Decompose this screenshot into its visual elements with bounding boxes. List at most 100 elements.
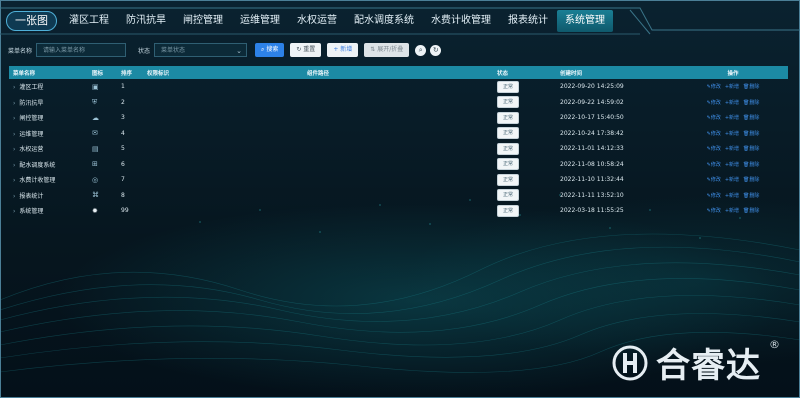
delete-link[interactable]: 🗑删除 — [743, 115, 759, 121]
filter-bar: 菜单名称 请输入菜单名称 状态 菜单状态 ⌄ ⌕ 搜索 ↻ 重置 + 新增 ⇅ … — [8, 42, 445, 58]
menu-table: 菜单名称 图标 排序 权限标识 组件路径 状态 创建时间 操作 › 灌区工程 ▣ … — [9, 66, 788, 219]
header-name: 菜单名称 — [13, 70, 36, 77]
header-order: 排序 — [121, 70, 133, 77]
table-row: › 防汛抗旱 ⛨ 2 正常 2022-09-22 14:59:02 ✎修改 +新增… — [9, 95, 788, 111]
add-link[interactable]: +新增 — [725, 208, 739, 214]
shield-icon: ⛨ — [92, 97, 98, 106]
edit-link[interactable]: ✎修改 — [707, 131, 721, 137]
table-row: › 闸控管理 ☁ 3 正常 2022-10-17 15:40:50 ✎修改 +新增… — [9, 110, 788, 126]
expand-collapse-button[interactable]: ⇅ 展开/折叠 — [364, 43, 410, 57]
add-link[interactable]: +新增 — [725, 162, 739, 168]
status-select[interactable]: 菜单状态 ⌄ — [154, 43, 248, 57]
status-badge: 正常 — [497, 173, 520, 186]
report-icon: ⌘ — [92, 191, 99, 200]
expand-row-icon[interactable]: › — [13, 115, 15, 122]
nav-item-irrigation[interactable]: 灌区工程 — [69, 10, 109, 32]
menu-name-input[interactable]: 请输入菜单名称 — [36, 43, 127, 57]
edit-link[interactable]: ✎修改 — [707, 208, 721, 214]
row-time: 2022-11-11 13:52:10 — [560, 191, 624, 199]
expand-row-icon[interactable]: › — [13, 131, 15, 138]
row-time: 2022-11-10 11:32:44 — [560, 176, 624, 184]
delete-link[interactable]: 🗑删除 — [743, 100, 759, 106]
row-order: 8 — [121, 191, 125, 199]
toggle-search-button[interactable]: ⌕ — [415, 44, 427, 56]
row-order: 1 — [121, 83, 125, 91]
header-component: 组件路径 — [307, 70, 330, 77]
row-time: 2022-10-24 17:38:42 — [560, 129, 624, 137]
edit-link[interactable]: ✎修改 — [707, 162, 721, 168]
nav-item-maintenance[interactable]: 运维管理 — [240, 10, 280, 32]
expand-row-icon[interactable]: › — [13, 84, 15, 91]
expand-row-icon[interactable]: › — [13, 193, 15, 200]
status-badge: 正常 — [497, 142, 520, 155]
table-row: › 水费计收管理 ◎ 7 正常 2022-11-10 11:32:44 ✎修改 +… — [9, 172, 788, 188]
status-label: 状态 — [138, 47, 151, 55]
status-badge: 正常 — [497, 204, 520, 217]
nav-item-water-rights[interactable]: 水权运营 — [297, 10, 337, 32]
edit-link[interactable]: ✎修改 — [707, 115, 721, 121]
nav-item-flood[interactable]: 防汛抗旱 — [126, 10, 166, 32]
row-time: 2022-11-08 10:58:24 — [560, 160, 624, 168]
refresh-icon: ↻ — [296, 46, 302, 53]
table-row: › 报表统计 ⌘ 8 正常 2022-11-11 13:52:10 ✎修改 +新增… — [9, 188, 788, 204]
expand-row-icon[interactable]: › — [13, 162, 15, 169]
status-badge: 正常 — [497, 96, 520, 109]
row-order: 6 — [121, 160, 125, 168]
nav-item-gate[interactable]: 闸控管理 — [183, 10, 223, 32]
nav-item-system[interactable]: 系统管理 — [557, 10, 613, 32]
add-button[interactable]: + 新增 — [327, 43, 359, 57]
logo-text: 合睿达 — [656, 346, 761, 386]
edit-link[interactable]: ✎修改 — [707, 146, 721, 152]
reset-button-label: 重置 — [303, 46, 316, 53]
tools-icon: ✉ — [92, 129, 98, 138]
status-badge: 正常 — [497, 189, 520, 202]
search-button[interactable]: ⌕ 搜索 — [255, 43, 285, 57]
delete-link[interactable]: 🗑删除 — [743, 131, 759, 137]
expand-row-icon[interactable]: › — [13, 100, 15, 107]
nav-item-fee[interactable]: 水费计收管理 — [431, 10, 491, 32]
nav-home-map[interactable]: 一张图 — [6, 11, 57, 31]
row-order: 5 — [121, 145, 125, 153]
header-ops: 操作 — [727, 70, 739, 77]
chart-icon: ▤ — [92, 144, 99, 153]
expand-row-icon[interactable]: › — [13, 208, 15, 215]
edit-link[interactable]: ✎修改 — [707, 193, 721, 199]
add-link[interactable]: +新增 — [725, 193, 739, 199]
delete-link[interactable]: 🗑删除 — [743, 193, 759, 199]
reset-button[interactable]: ↻ 重置 — [290, 43, 322, 57]
edit-link[interactable]: ✎修改 — [707, 84, 721, 90]
add-link[interactable]: +新增 — [725, 115, 739, 121]
delete-link[interactable]: 🗑删除 — [743, 208, 759, 214]
registered-mark: ® — [769, 338, 780, 351]
chevron-down-icon: ⌄ — [236, 47, 243, 55]
row-time: 2022-09-20 14:25:09 — [560, 83, 624, 91]
fee-icon: ◎ — [92, 175, 99, 184]
expand-row-icon[interactable]: › — [13, 177, 15, 184]
table-row: › 配水调度系统 ⊞ 6 正常 2022-11-08 10:58:24 ✎修改 +… — [9, 157, 788, 173]
edit-link[interactable]: ✎修改 — [707, 100, 721, 106]
add-link[interactable]: +新增 — [725, 131, 739, 137]
delete-link[interactable]: 🗑删除 — [743, 146, 759, 152]
row-name: 闸控管理 — [19, 115, 44, 123]
add-link[interactable]: +新增 — [725, 177, 739, 183]
gate-icon: ☁ — [92, 113, 99, 122]
delete-link[interactable]: 🗑删除 — [743, 162, 759, 168]
expand-row-icon[interactable]: › — [13, 146, 15, 153]
row-time: 2022-11-01 14:12:33 — [560, 145, 624, 153]
nav-item-report[interactable]: 报表统计 — [508, 10, 548, 32]
add-link[interactable]: +新增 — [725, 100, 739, 106]
delete-link[interactable]: 🗑删除 — [743, 177, 759, 183]
top-navigation: 一张图 灌区工程 防汛抗旱 闸控管理 运维管理 水权运营 配水调度系统 水费计收… — [0, 0, 800, 40]
plus-icon: + — [333, 46, 339, 53]
table-row: › 运维管理 ✉ 4 正常 2022-10-24 17:38:42 ✎修改 +新增… — [9, 126, 788, 142]
nav-item-dispatch[interactable]: 配水调度系统 — [354, 10, 414, 32]
add-link[interactable]: +新增 — [725, 146, 739, 152]
edit-link[interactable]: ✎修改 — [707, 177, 721, 183]
add-link[interactable]: +新增 — [725, 84, 739, 90]
delete-link[interactable]: 🗑删除 — [743, 84, 759, 90]
expand-button-label: 展开/折叠 — [377, 46, 404, 53]
refresh-button[interactable]: ↻ — [430, 44, 442, 56]
row-order: 3 — [121, 114, 125, 122]
status-badge: 正常 — [497, 127, 520, 140]
search-icon: ⌕ — [418, 45, 423, 54]
